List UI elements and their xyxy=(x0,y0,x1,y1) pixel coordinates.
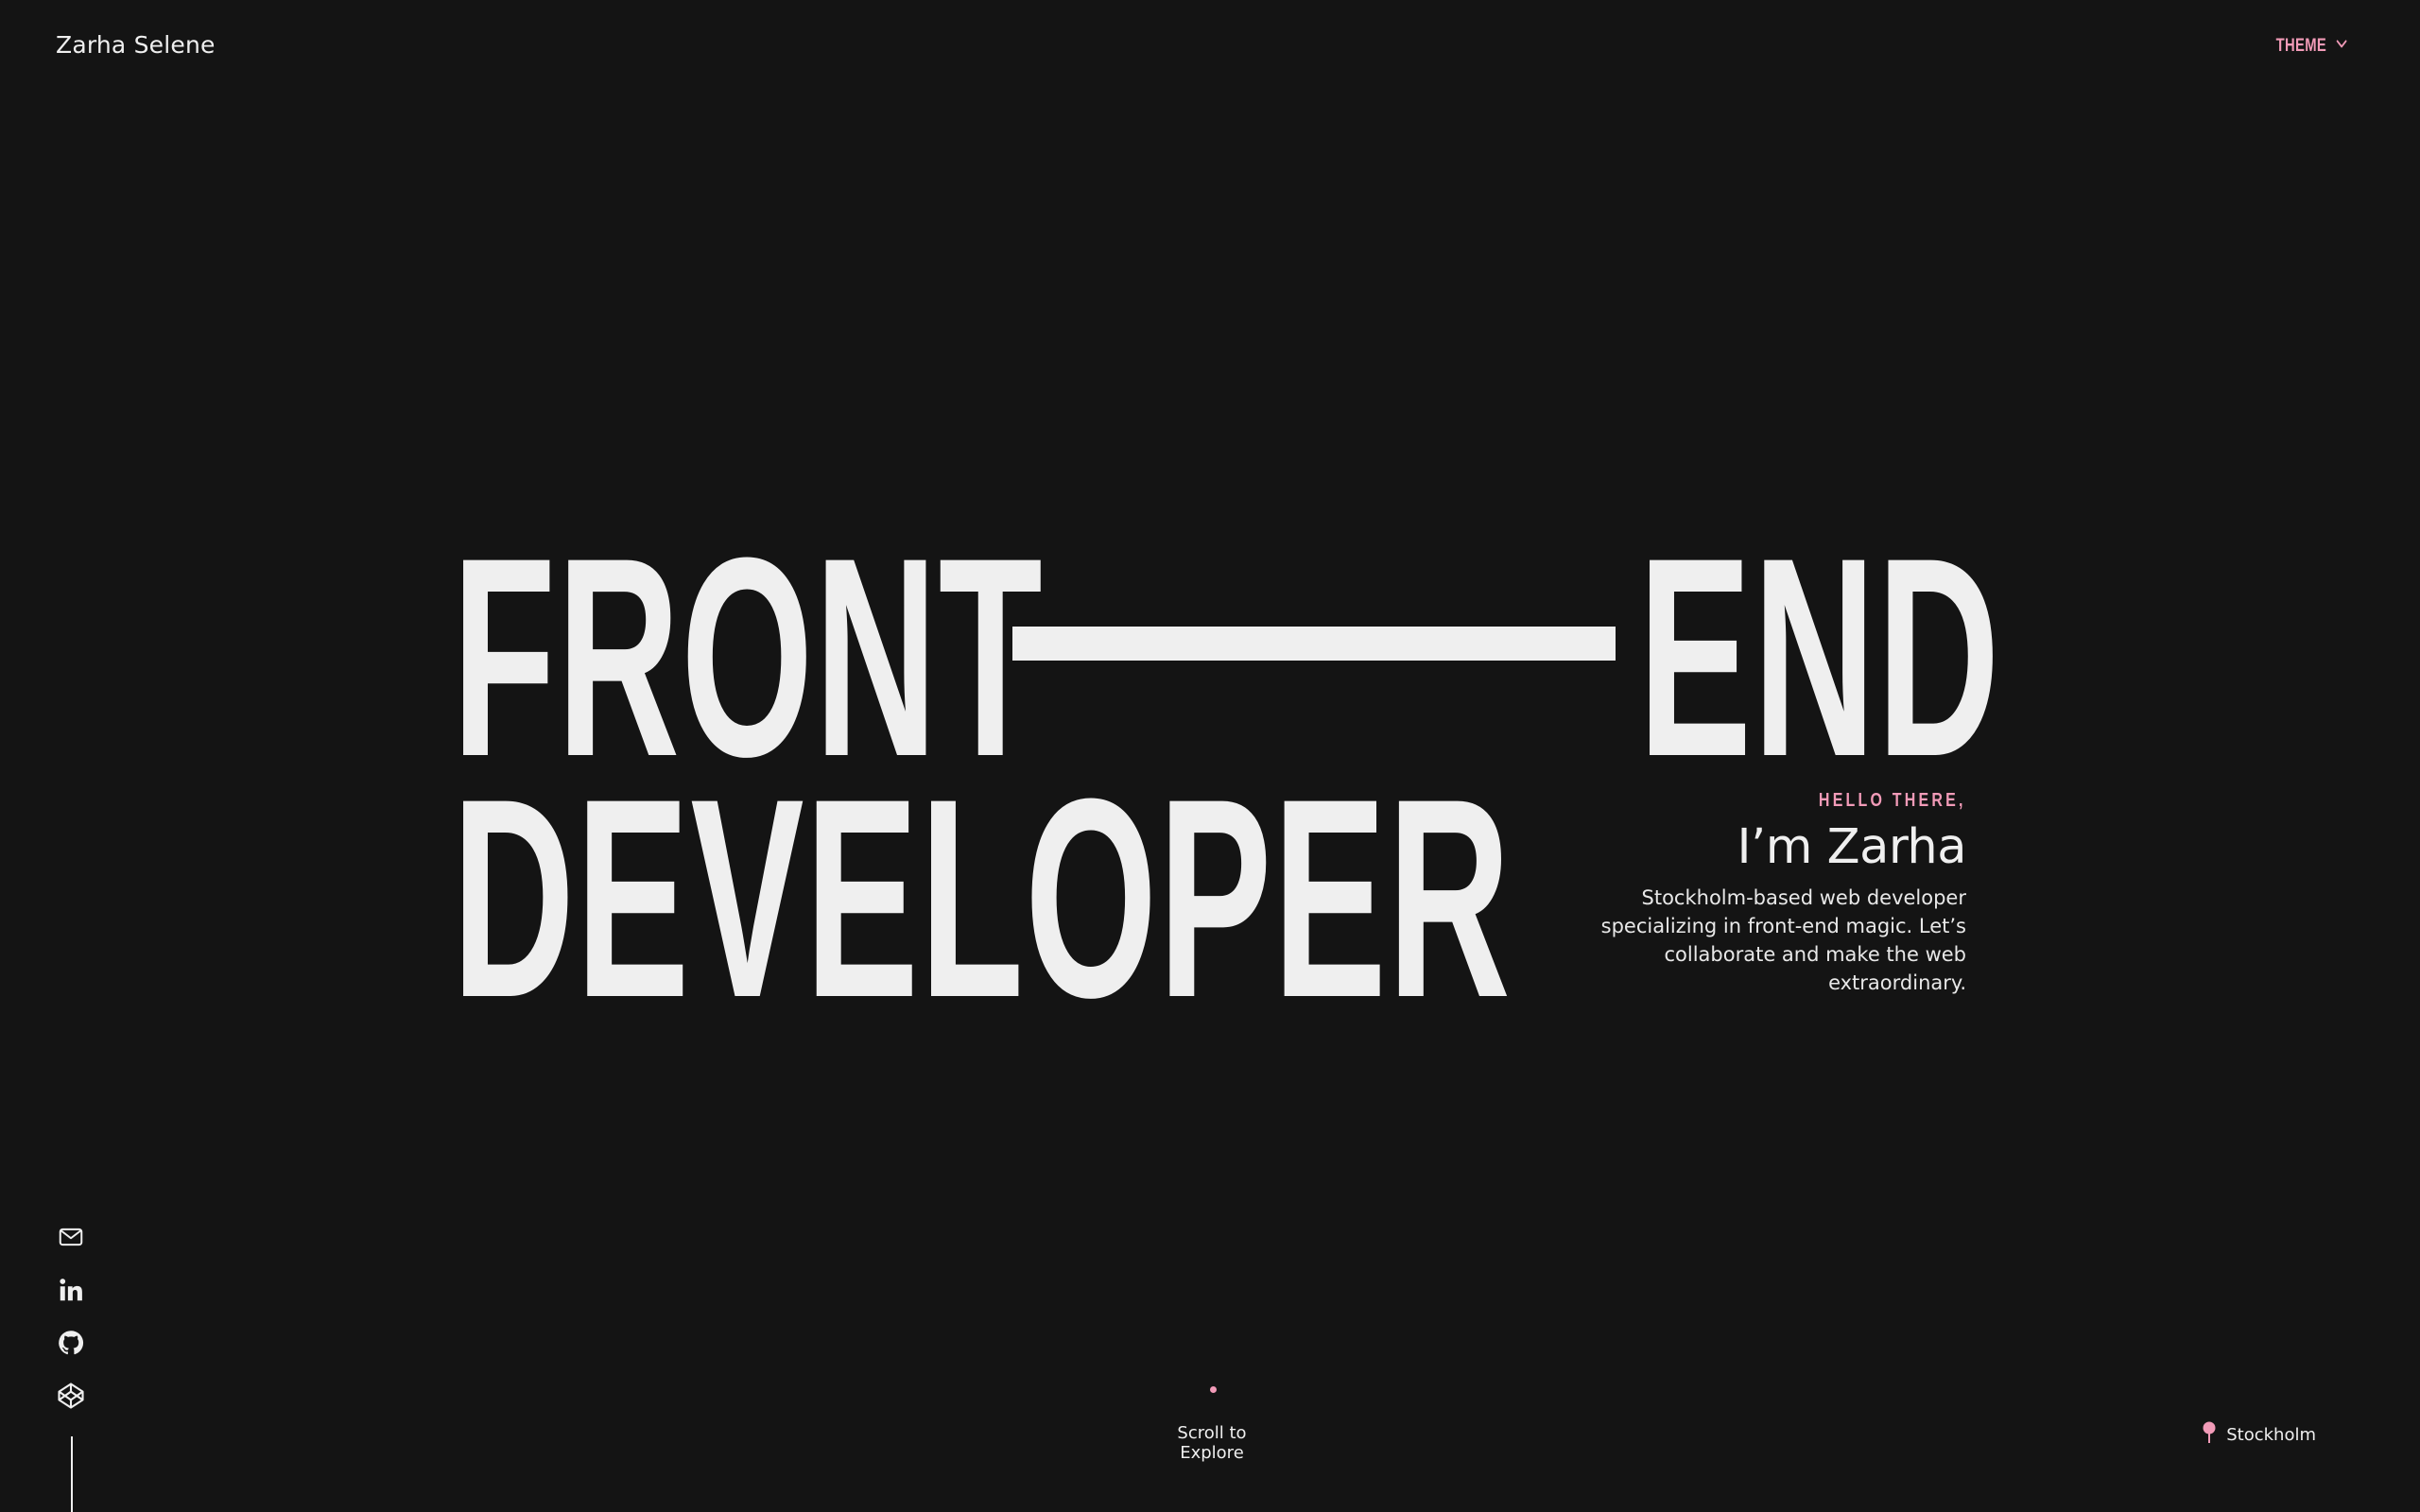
social-divider-line xyxy=(71,1436,73,1512)
codepen-icon xyxy=(57,1382,85,1414)
page: Zarha Selene THEME FRONT END DEVELOPER H… xyxy=(0,0,2420,1512)
location-label: Stockholm xyxy=(2226,1425,2316,1445)
brand-logo-link[interactable]: Zarha Selene xyxy=(56,31,216,59)
social-links xyxy=(56,1224,86,1413)
mail-icon xyxy=(57,1223,85,1255)
theme-dropdown-button[interactable]: THEME xyxy=(2275,34,2348,59)
codepen-link[interactable] xyxy=(56,1383,86,1413)
intro-name: I’m Zarha xyxy=(1737,819,1967,875)
github-link[interactable] xyxy=(56,1330,86,1360)
location-tag: Stockholm xyxy=(2201,1420,2316,1450)
scroll-to-explore-label[interactable]: Scroll to Explore xyxy=(1146,1423,1278,1463)
theme-label: THEME xyxy=(2275,36,2326,56)
scroll-indicator-dot xyxy=(1210,1386,1217,1393)
intro-block: HELLO THERE, I’m Zarha Stockholm-based w… xyxy=(1569,790,1967,997)
linkedin-icon xyxy=(57,1276,85,1308)
greeting-text: HELLO THERE, xyxy=(1819,790,1966,811)
intro-bio: Stockholm-based web developer specializi… xyxy=(1600,886,1966,995)
headline-end: END xyxy=(1638,498,2001,816)
headline-developer: DEVELOPER xyxy=(452,739,1512,1057)
chevron-down-icon xyxy=(2333,34,2348,59)
map-pin-icon xyxy=(2201,1420,2218,1450)
github-icon xyxy=(57,1329,85,1361)
linkedin-link[interactable] xyxy=(56,1277,86,1307)
headline-dash xyxy=(1012,627,1616,661)
email-link[interactable] xyxy=(56,1224,86,1254)
